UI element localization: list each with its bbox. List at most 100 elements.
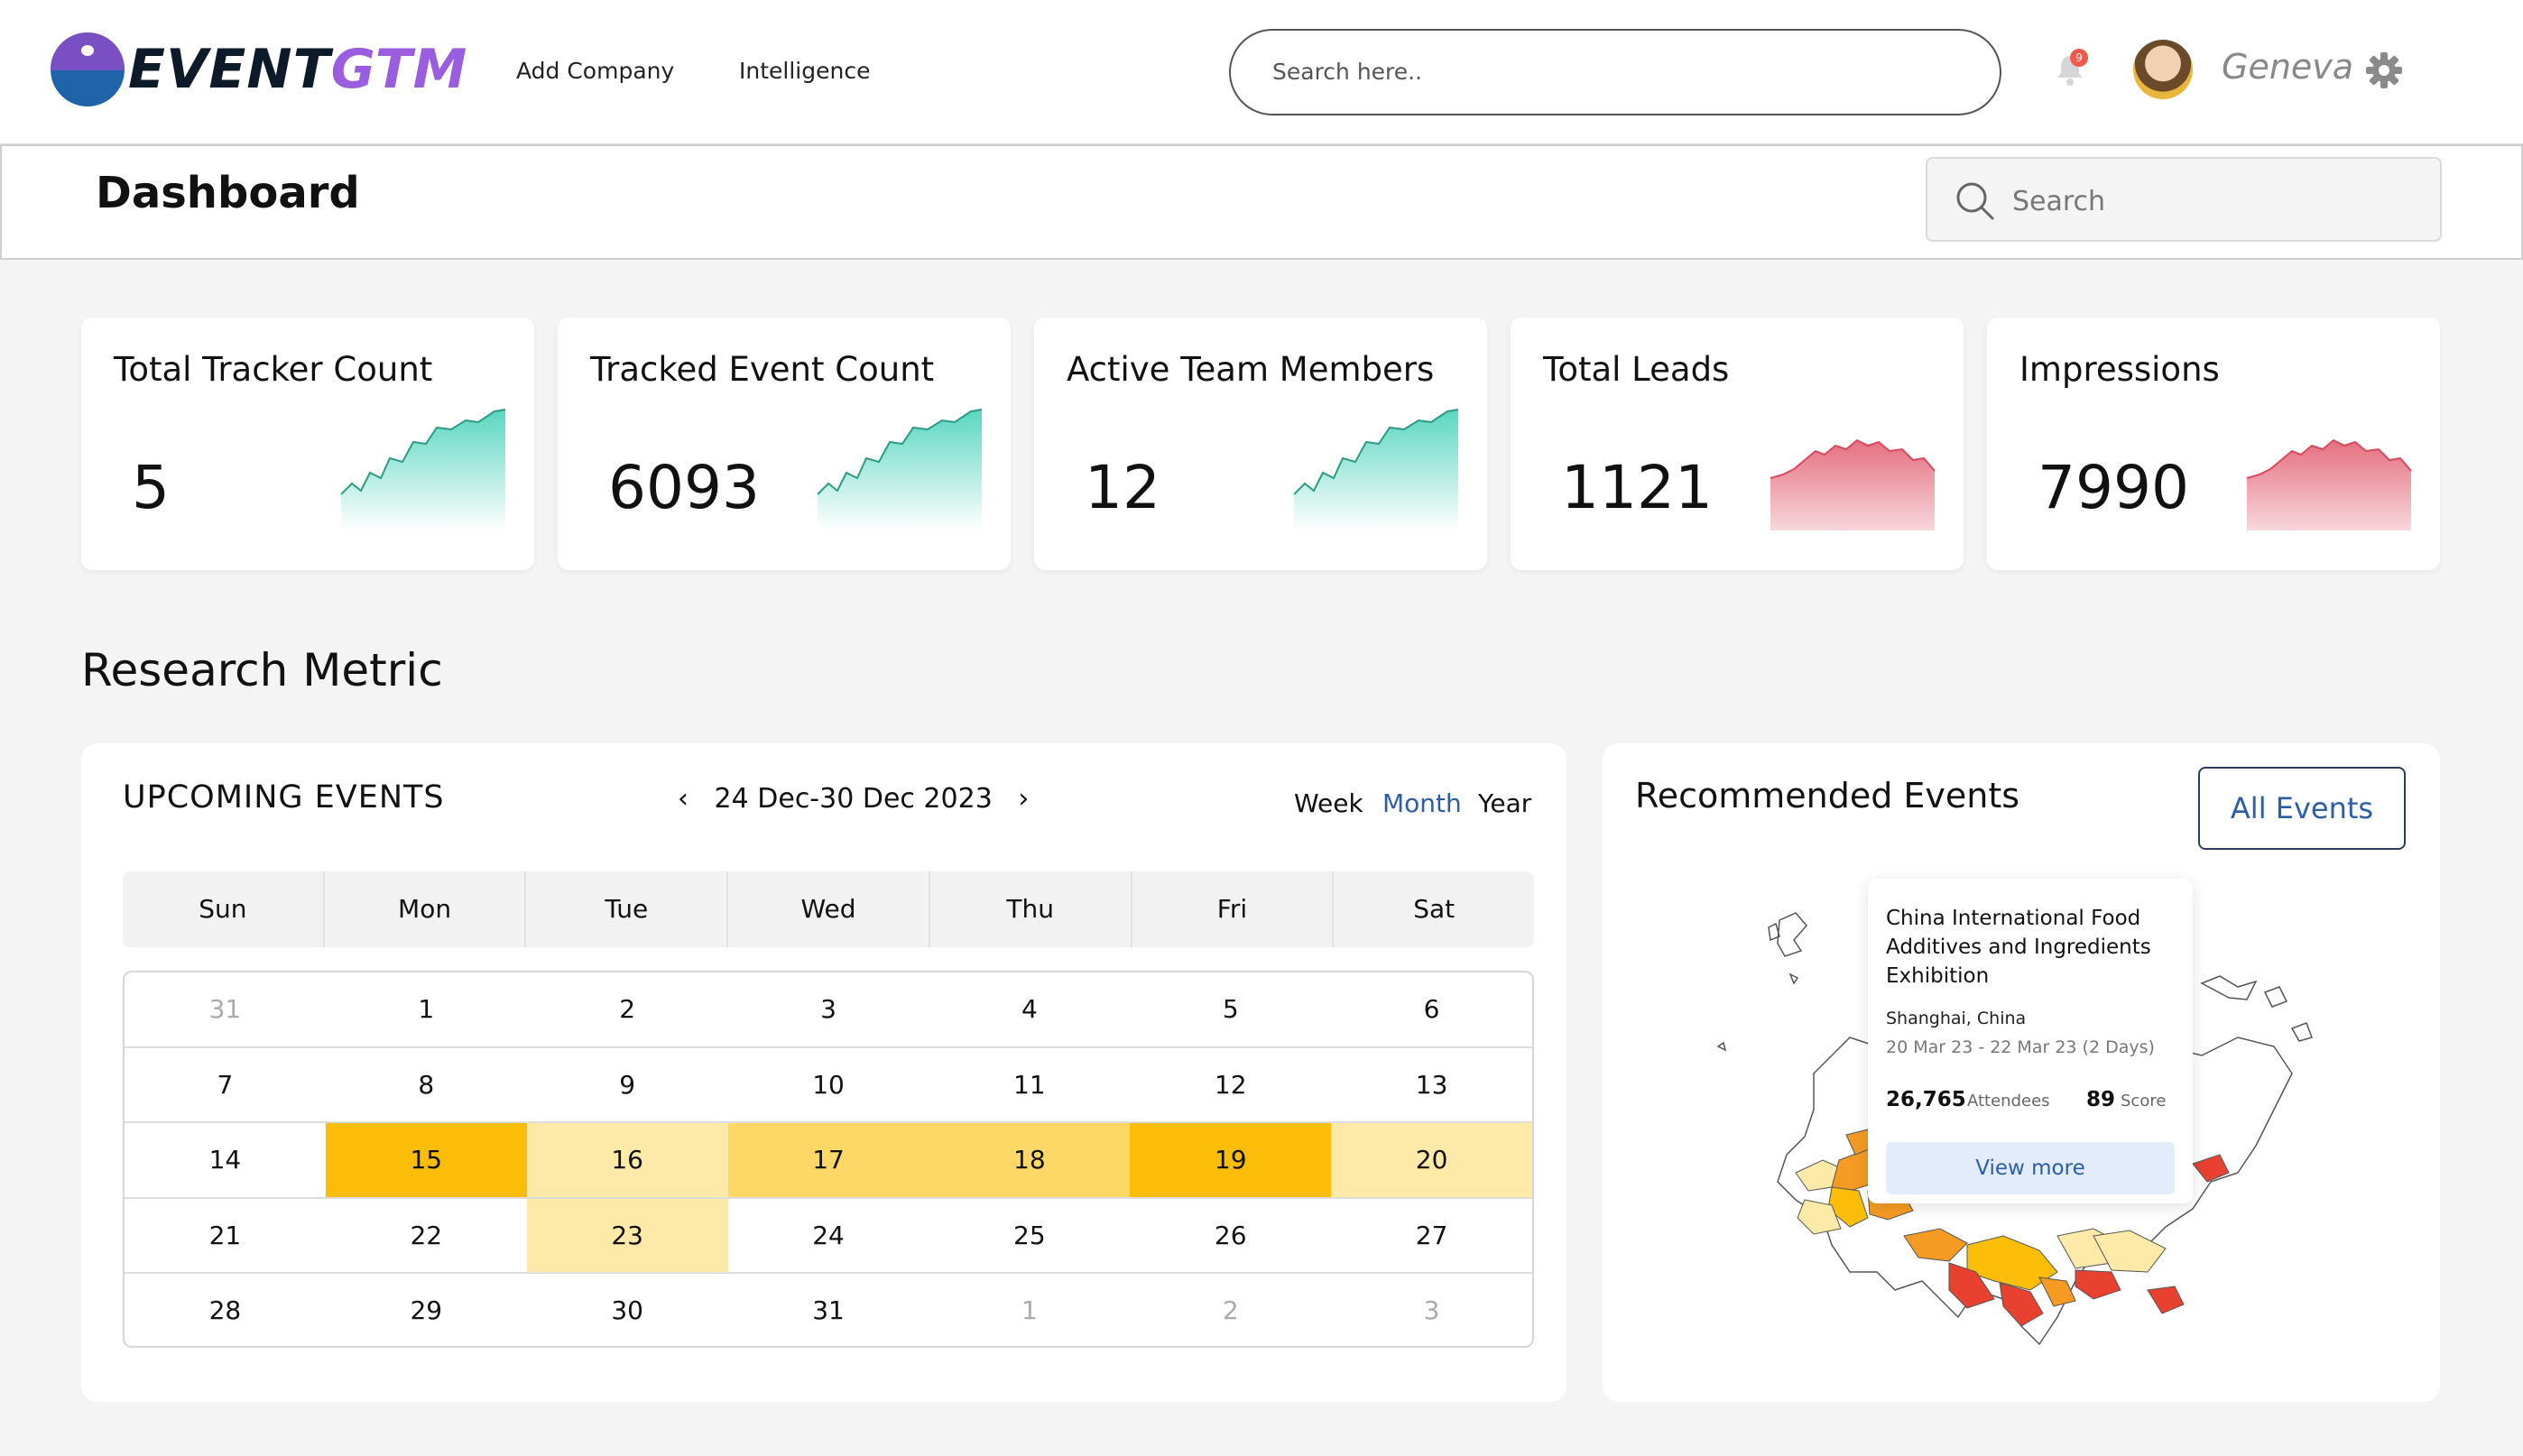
weekday-label: Mon xyxy=(325,871,527,947)
stat-value: 5 xyxy=(132,453,170,522)
stat-card-active-team: Active Team Members 12 xyxy=(1034,318,1487,570)
calendar-day-event[interactable]: 23 xyxy=(526,1198,728,1273)
weekday-label: Tue xyxy=(526,871,729,947)
stat-value: 12 xyxy=(1085,453,1160,522)
weekday-label: Sun xyxy=(123,871,325,947)
calendar-grid: 31 1 2 3 4 5 6 7 8 9 10 11 12 13 14 15 1… xyxy=(123,971,1534,1348)
calendar-day[interactable]: 6 xyxy=(1331,972,1532,1046)
gear-icon[interactable] xyxy=(2364,51,2404,90)
calendar-day[interactable]: 4 xyxy=(929,972,1130,1046)
calendar-day-event[interactable]: 18 xyxy=(929,1123,1131,1197)
trend-down-sparkline xyxy=(1770,438,1936,530)
all-events-button[interactable]: All Events xyxy=(2198,767,2406,850)
trend-up-sparkline xyxy=(1294,409,1459,530)
chevron-left-icon[interactable]: ‹ xyxy=(673,783,693,815)
score-label: Score xyxy=(2121,1092,2167,1110)
calendar-day[interactable]: 31 xyxy=(728,1274,929,1346)
toggle-week[interactable]: Week xyxy=(1294,788,1363,818)
calendar-day[interactable]: 30 xyxy=(527,1274,728,1346)
view-more-button[interactable]: View more xyxy=(1886,1142,2175,1194)
calendar-day[interactable]: 11 xyxy=(929,1048,1130,1122)
calendar-day-event[interactable]: 17 xyxy=(727,1123,929,1197)
calendar-day[interactable]: 7 xyxy=(125,1048,326,1122)
calendar-day[interactable]: 25 xyxy=(929,1199,1130,1273)
stat-value: 7990 xyxy=(2038,453,2189,522)
calendar-weekday-header: Sun Mon Tue Wed Thu Fri Sat xyxy=(123,871,1534,947)
upcoming-events-title: UPCOMING EVENTS xyxy=(123,779,445,816)
calendar-day[interactable]: 13 xyxy=(1331,1048,1532,1122)
attendees-value: 26,765 xyxy=(1886,1088,1966,1111)
nav-add-company[interactable]: Add Company xyxy=(516,58,674,84)
user-name[interactable]: Geneva xyxy=(2222,47,2353,87)
calendar-day[interactable]: 31 xyxy=(125,972,326,1046)
calendar-week: 28 29 30 31 1 2 3 xyxy=(125,1274,1532,1346)
trend-up-sparkline xyxy=(818,409,983,530)
stat-label: Impressions xyxy=(2019,350,2220,389)
stat-card-total-leads: Total Leads 1121 xyxy=(1511,318,1964,570)
trend-up-sparkline xyxy=(341,409,506,530)
calendar-day[interactable]: 22 xyxy=(326,1199,527,1273)
calendar-week: 7 8 9 10 11 12 13 xyxy=(125,1048,1532,1124)
weekday-label: Sat xyxy=(1413,894,1456,924)
event-name: China International Food Additives and I… xyxy=(1886,907,2151,988)
nav-intelligence[interactable]: Intelligence xyxy=(739,58,870,84)
logo-mark-icon xyxy=(51,32,125,106)
calendar-day[interactable]: 5 xyxy=(1130,972,1331,1046)
stat-label: Total Leads xyxy=(1543,350,1730,389)
stat-value: 6093 xyxy=(608,453,760,522)
calendar-day[interactable]: 8 xyxy=(326,1048,527,1122)
calendar-day[interactable]: 14 xyxy=(125,1123,326,1197)
date-range-label: 24 Dec-30 Dec 2023 xyxy=(714,783,993,815)
event-tooltip-card: China International Food Additives and I… xyxy=(1868,879,2193,1203)
section-title: Research Metric xyxy=(81,644,443,696)
notification-badge: 9 xyxy=(2070,49,2088,67)
page-title: Dashboard xyxy=(96,168,360,218)
calendar-day[interactable]: 1 xyxy=(326,972,527,1046)
calendar-day[interactable]: 2 xyxy=(1130,1274,1331,1346)
calendar-day-event[interactable]: 19 xyxy=(1130,1123,1332,1197)
search-icon xyxy=(1956,182,1994,220)
weekday-label: Fri xyxy=(1132,871,1335,947)
weekday-label: Thu xyxy=(930,871,1132,947)
calendar-day[interactable]: 1 xyxy=(929,1274,1130,1346)
calendar-day[interactable]: 27 xyxy=(1331,1199,1532,1273)
calendar-day[interactable]: 21 xyxy=(125,1199,326,1273)
calendar-day-event[interactable]: 16 xyxy=(526,1123,728,1197)
calendar-day[interactable]: 28 xyxy=(125,1274,326,1346)
calendar-day[interactable]: 26 xyxy=(1130,1199,1331,1273)
weekday-label: Wed xyxy=(728,871,930,947)
logo-text: EVENTGTM xyxy=(128,38,468,101)
chevron-right-icon[interactable]: › xyxy=(1013,783,1033,815)
avatar[interactable] xyxy=(2133,40,2193,99)
stat-card-tracked-event: Tracked Event Count 6093 xyxy=(558,318,1011,570)
stat-label: Active Team Members xyxy=(1067,350,1435,389)
dashboard-search-input[interactable]: Search xyxy=(1926,157,2442,242)
calendar-week: 31 1 2 3 4 5 6 xyxy=(125,972,1532,1048)
calendar-day[interactable]: 2 xyxy=(527,972,728,1046)
stat-value: 1121 xyxy=(1561,453,1713,522)
calendar-day[interactable]: 3 xyxy=(1331,1274,1532,1346)
calendar-day[interactable]: 29 xyxy=(326,1274,527,1346)
global-search-input[interactable]: Search here.. xyxy=(1229,29,2001,115)
toggle-year[interactable]: Year xyxy=(1478,788,1531,818)
calendar-day[interactable]: 3 xyxy=(728,972,929,1046)
search-placeholder: Search xyxy=(2012,186,2106,217)
calendar-day-event[interactable]: 20 xyxy=(1331,1123,1532,1197)
recommended-events-title: Recommended Events xyxy=(1635,776,2020,816)
stat-label: Tracked Event Count xyxy=(590,350,935,389)
trend-down-sparkline xyxy=(2247,438,2412,530)
stat-label: Total Tracker Count xyxy=(114,350,433,389)
logo[interactable]: EVENTGTM xyxy=(51,32,467,106)
calendar-day[interactable]: 24 xyxy=(728,1199,929,1273)
calendar-day-event[interactable]: 15 xyxy=(325,1123,527,1197)
date-range-nav: ‹ 24 Dec-30 Dec 2023 › xyxy=(673,783,1033,815)
score-value: 89 xyxy=(2086,1088,2116,1111)
calendar-week: 14 15 16 17 18 19 20 xyxy=(125,1123,1532,1199)
toggle-month[interactable]: Month xyxy=(1382,788,1462,818)
attendees-label: Attendees xyxy=(1967,1092,2050,1110)
calendar-day[interactable]: 9 xyxy=(527,1048,728,1122)
calendar-day[interactable]: 12 xyxy=(1130,1048,1331,1122)
calendar-week: 21 22 23 24 25 26 27 xyxy=(125,1198,1532,1275)
stat-card-impressions: Impressions 7990 xyxy=(1987,318,2440,570)
calendar-day[interactable]: 10 xyxy=(728,1048,929,1122)
